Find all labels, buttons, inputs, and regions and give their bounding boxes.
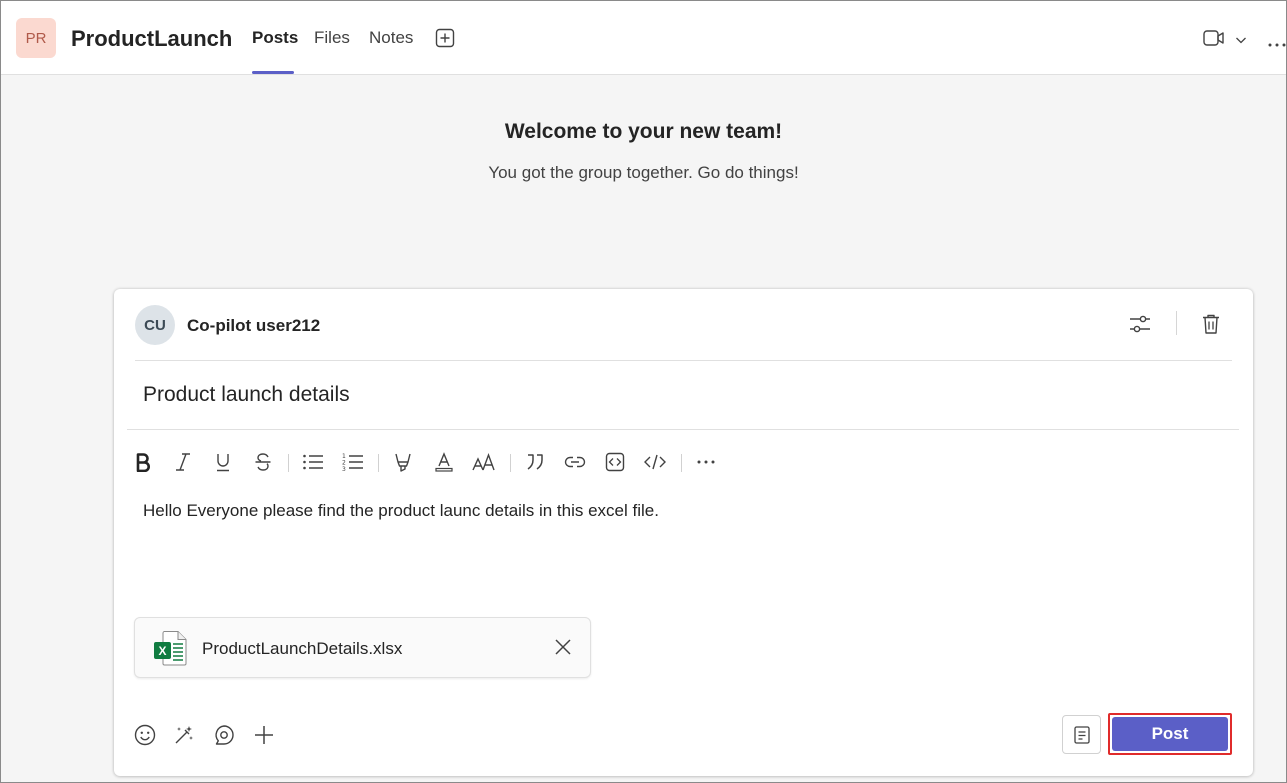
format-toggle-button[interactable] (1062, 715, 1101, 754)
bullet-list-icon[interactable] (301, 450, 325, 474)
post-settings-icon[interactable] (1128, 313, 1152, 340)
link-icon[interactable] (563, 450, 587, 474)
attachment-file-name: ProductLaunchDetails.xlsx (202, 639, 403, 658)
emoji-icon[interactable] (134, 724, 156, 751)
author-name: Co-pilot user212 (187, 316, 321, 335)
welcome-subtitle: You got the group together. Go do things… (488, 163, 799, 182)
bold-icon[interactable] (131, 450, 155, 474)
message-body[interactable]: Hello Everyone please find the product l… (143, 501, 659, 521)
quote-icon[interactable] (523, 450, 547, 474)
font-color-icon[interactable] (432, 450, 456, 474)
highlight-icon[interactable] (391, 450, 415, 474)
add-icon[interactable] (253, 724, 275, 751)
add-tab-icon[interactable] (435, 28, 455, 53)
compose-box: CU Co-pilot user212 Product launch detai… (114, 289, 1253, 776)
toolbar-divider (378, 454, 379, 472)
toolbar-divider (510, 454, 511, 472)
excel-icon: X (153, 630, 189, 671)
toolbar-divider (681, 454, 682, 472)
copilot-icon[interactable] (173, 724, 195, 751)
tab-posts[interactable]: Posts (252, 28, 298, 48)
tab-notes[interactable]: Notes (369, 28, 413, 48)
chevron-down-icon[interactable] (1235, 32, 1247, 50)
font-size-icon[interactable] (472, 450, 496, 474)
code-snippet-icon[interactable] (603, 450, 627, 474)
video-call-icon[interactable] (1203, 29, 1225, 52)
code-icon[interactable] (643, 450, 667, 474)
divider (127, 429, 1239, 430)
avatar: CU (135, 305, 175, 345)
team-name: ProductLaunch (71, 26, 233, 51)
svg-text:3: 3 (342, 466, 346, 472)
tab-files[interactable]: Files (314, 28, 350, 48)
welcome-title: Welcome to your new team! (504, 120, 783, 143)
loop-icon[interactable] (213, 724, 235, 751)
formatting-toolbar: 123 (114, 450, 814, 476)
strikethrough-icon[interactable] (251, 450, 275, 474)
more-options-icon[interactable] (694, 450, 718, 474)
divider (135, 360, 1232, 361)
italic-icon[interactable] (171, 450, 195, 474)
more-icon[interactable] (1267, 35, 1287, 53)
team-avatar[interactable]: PR (16, 18, 56, 58)
channel-header: PR ProductLaunch Posts Files Notes (1, 1, 1286, 75)
svg-text:X: X (158, 644, 166, 658)
post-button[interactable]: Post (1112, 717, 1228, 751)
toolbar-divider (288, 454, 289, 472)
subject-input[interactable]: Product launch details (143, 383, 350, 407)
underline-icon[interactable] (211, 450, 235, 474)
delete-icon[interactable] (1201, 313, 1221, 340)
remove-attachment-icon[interactable] (553, 637, 573, 662)
divider (1176, 311, 1177, 335)
numbered-list-icon[interactable]: 123 (341, 450, 365, 474)
active-tab-indicator (252, 71, 294, 74)
attachment-card[interactable]: X ProductLaunchDetails.xlsx (134, 617, 591, 678)
